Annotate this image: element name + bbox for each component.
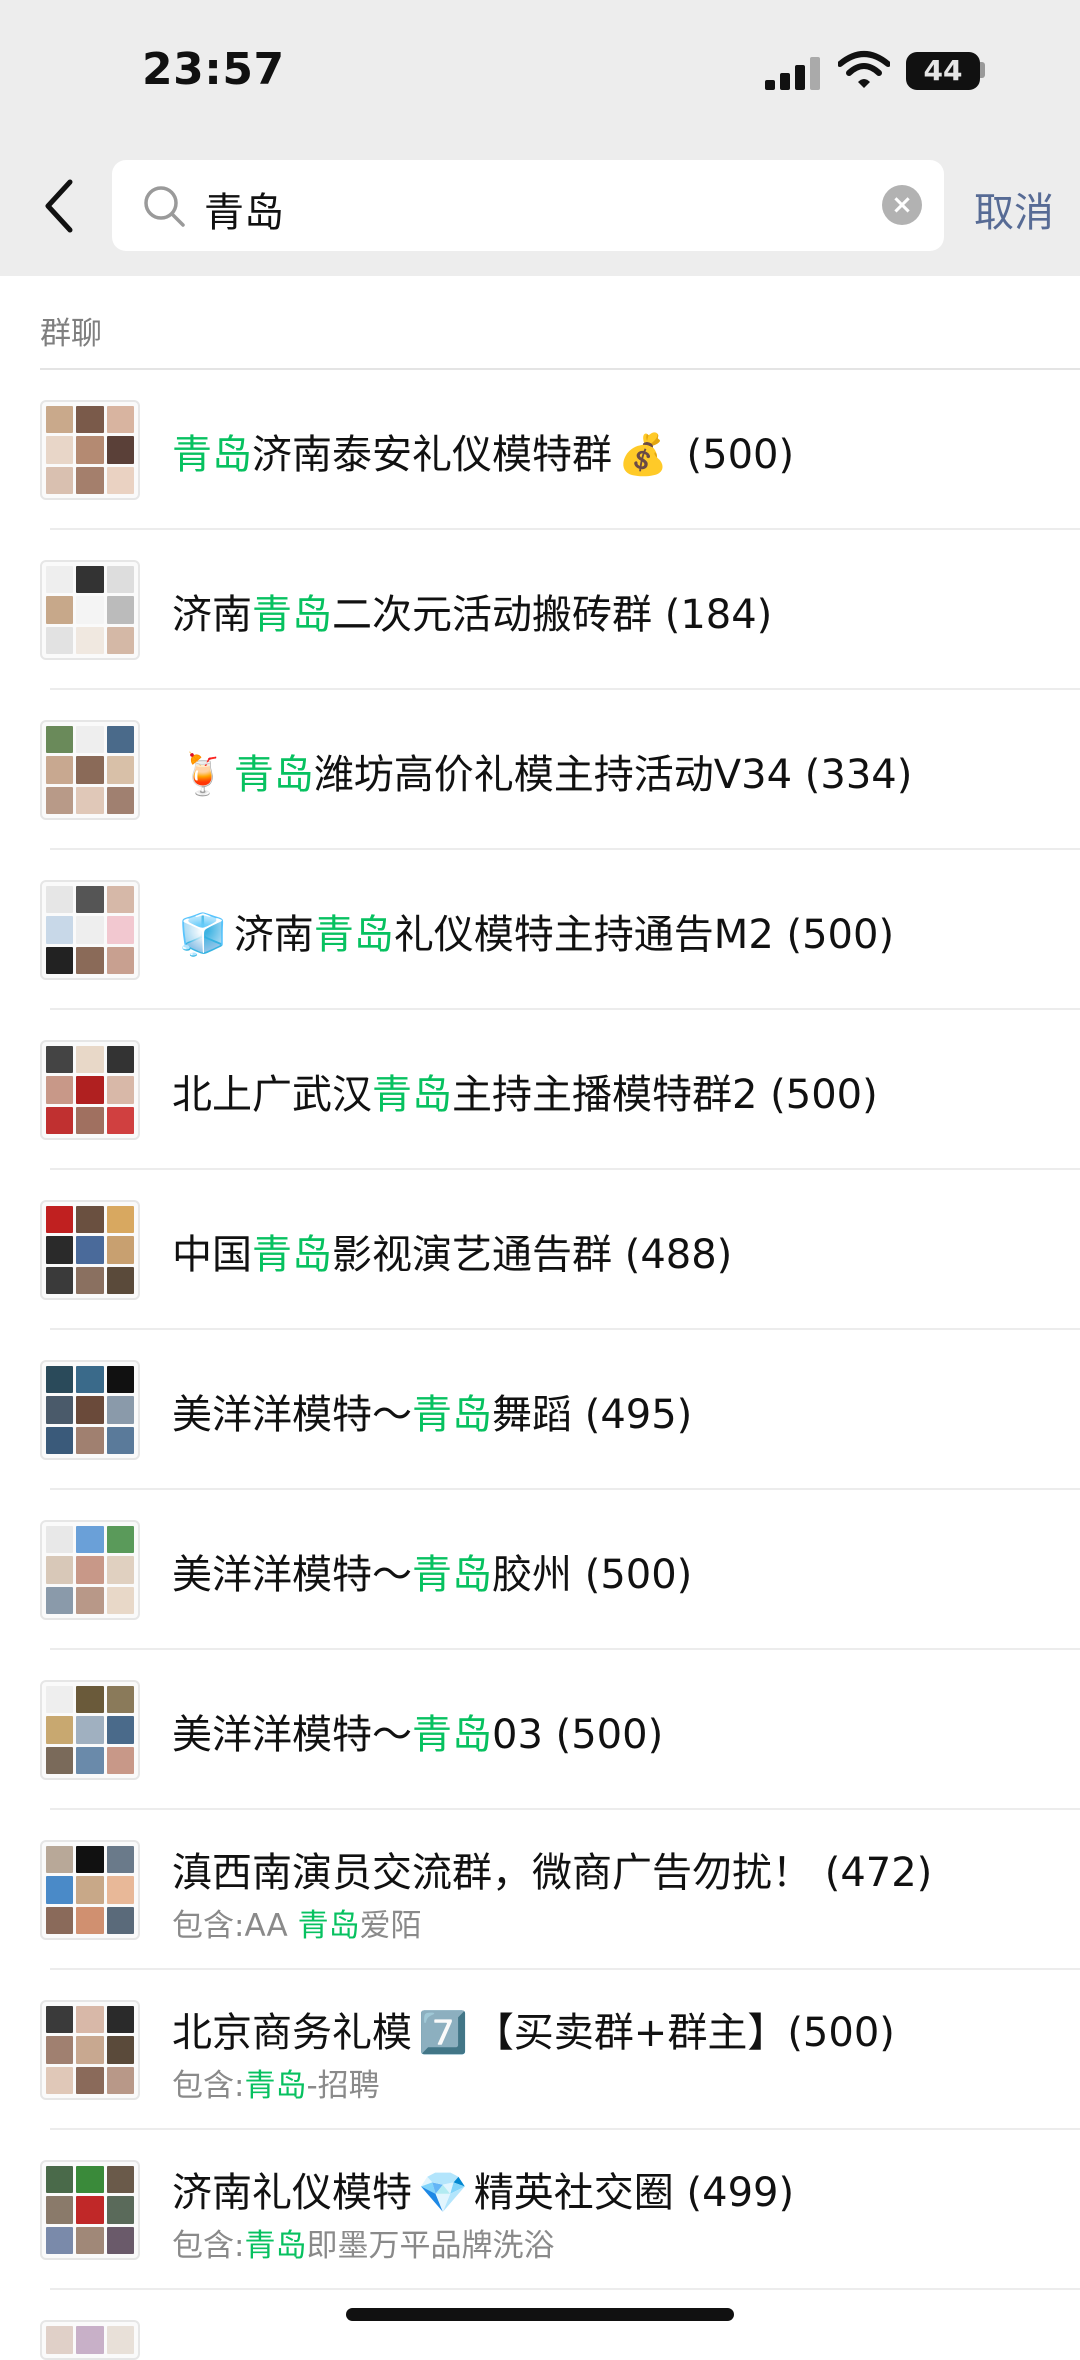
search-field[interactable]: 青岛 × bbox=[112, 160, 944, 251]
group-avatar bbox=[40, 1520, 140, 1620]
results-list: 青岛济南泰安礼仪模特群 💰 (500) 济南青岛二次元活动搬砖群 (184) 🍹 青… bbox=[0, 370, 1080, 2360]
back-arrow-icon[interactable] bbox=[40, 178, 80, 234]
group-member-match: 包含:AA 青岛爱陌 bbox=[172, 1908, 422, 1944]
group-avatar bbox=[40, 560, 140, 660]
group-chat-result[interactable]: 中国青岛影视演艺通告群 (488) bbox=[0, 1170, 1080, 1330]
group-chat-result[interactable]: 美洋洋模特～青岛胶州 (500) bbox=[0, 1490, 1080, 1650]
group-chat-result[interactable]: 美洋洋模特～青岛舞蹈 (495) bbox=[0, 1330, 1080, 1490]
cancel-button[interactable]: 取消 bbox=[974, 180, 1054, 238]
group-chat-result[interactable]: 北京商务礼模 7️⃣ 【买卖群+群主】(500) 包含:青岛-招聘 bbox=[0, 1970, 1080, 2130]
group-avatar bbox=[40, 2000, 140, 2100]
group-chat-result[interactable]: 🍹 青岛潍坊高价礼模主持活动V34 (334) bbox=[0, 690, 1080, 850]
group-avatar bbox=[40, 1200, 140, 1300]
search-input[interactable]: 青岛 bbox=[204, 180, 284, 238]
group-avatar bbox=[40, 1840, 140, 1940]
keycap-seven-icon: 7️⃣ bbox=[418, 2010, 468, 2056]
group-member-match: 包含:青岛即墨万平品牌洗浴 bbox=[172, 2228, 555, 2264]
group-avatar bbox=[40, 2320, 140, 2360]
group-title: 北上广武汉青岛主持主播模特群2 (500) bbox=[172, 1072, 878, 1118]
group-chat-result[interactable]: 济南礼仪模特 💎 精英社交圈 (499) 包含:青岛即墨万平品牌洗浴 bbox=[0, 2130, 1080, 2290]
group-avatar bbox=[40, 720, 140, 820]
group-title: 中国青岛影视演艺通告群 (488) bbox=[172, 1232, 733, 1278]
home-indicator[interactable] bbox=[346, 2308, 734, 2321]
group-chat-result[interactable]: 青岛济南泰安礼仪模特群 💰 (500) bbox=[0, 370, 1080, 530]
group-avatar bbox=[40, 1040, 140, 1140]
group-member-match: 包含:青岛-招聘 bbox=[172, 2068, 380, 2104]
group-title: 🍹 青岛潍坊高价礼模主持活动V34 (334) bbox=[178, 752, 913, 798]
clear-icon[interactable]: × bbox=[882, 185, 922, 225]
money-bag-icon: 💰 bbox=[618, 432, 668, 478]
group-chat-result[interactable]: 北上广武汉青岛主持主播模特群2 (500) bbox=[0, 1010, 1080, 1170]
search-icon bbox=[144, 186, 185, 227]
top-bar: 23:57 44 青岛 × 取消 bbox=[0, 0, 1080, 276]
status-time: 23:57 bbox=[142, 44, 285, 95]
cocktail-icon: 🍹 bbox=[178, 752, 228, 798]
wifi-icon bbox=[838, 51, 890, 88]
cellular-signal-icon bbox=[765, 56, 821, 90]
gem-icon: 💎 bbox=[418, 2170, 468, 2216]
group-avatar bbox=[40, 400, 140, 500]
group-title: 🧊 济南青岛礼仪模特主持通告M2 (500) bbox=[178, 912, 895, 958]
battery-tip bbox=[980, 62, 985, 78]
group-avatar bbox=[40, 2160, 140, 2260]
group-title: 美洋洋模特～青岛03 (500) bbox=[172, 1712, 664, 1758]
ice-cube-icon: 🧊 bbox=[178, 912, 228, 958]
group-chat-result[interactable]: 美洋洋模特～青岛03 (500) bbox=[0, 1650, 1080, 1810]
group-chat-result[interactable]: 济南青岛二次元活动搬砖群 (184) bbox=[0, 530, 1080, 690]
section-label: 群聊 bbox=[40, 316, 102, 352]
group-title: 济南礼仪模特 💎 精英社交圈 (499) bbox=[172, 2170, 795, 2216]
group-title: 济南青岛二次元活动搬砖群 (184) bbox=[172, 592, 773, 638]
group-title: 美洋洋模特～青岛舞蹈 (495) bbox=[172, 1392, 693, 1438]
group-title: 北京商务礼模 7️⃣ 【买卖群+群主】(500) bbox=[172, 2010, 895, 2056]
group-avatar bbox=[40, 880, 140, 980]
battery-icon: 44 bbox=[906, 52, 980, 90]
group-title: 滇西南演员交流群，微商广告勿扰！ (472) bbox=[172, 1850, 933, 1896]
group-avatar bbox=[40, 1680, 140, 1780]
group-chat-result[interactable]: 滇西南演员交流群，微商广告勿扰！ (472) 包含:AA 青岛爱陌 bbox=[0, 1810, 1080, 1970]
group-title: 青岛济南泰安礼仪模特群 💰 (500) bbox=[172, 432, 795, 478]
group-avatar bbox=[40, 1360, 140, 1460]
group-chat-result[interactable]: 🧊 济南青岛礼仪模特主持通告M2 (500) bbox=[0, 850, 1080, 1010]
group-title: 美洋洋模特～青岛胶州 (500) bbox=[172, 1552, 693, 1598]
